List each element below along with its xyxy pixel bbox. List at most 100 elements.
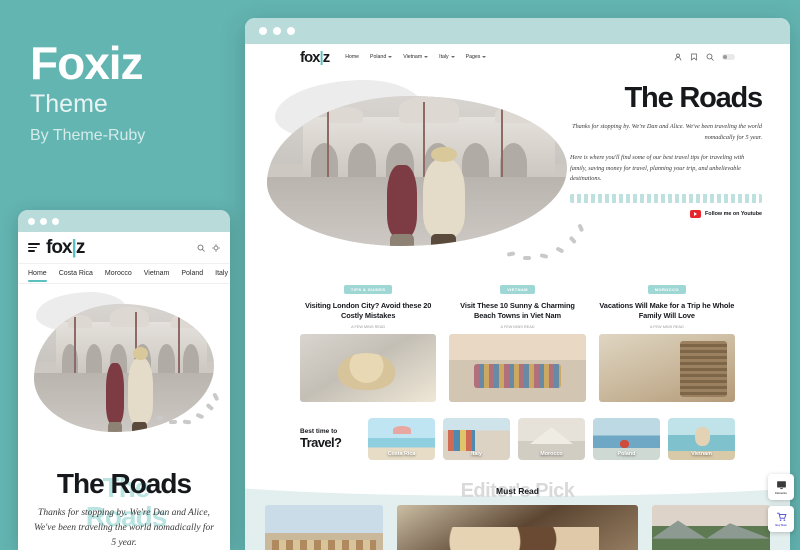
article-title[interactable]: Visit These 10 Sunny & Charming Beach To…: [449, 301, 585, 321]
must-read-card[interactable]: [397, 504, 638, 550]
mobile-nav-item-italy[interactable]: Italy: [215, 270, 228, 277]
article-card[interactable]: MOROCCO Vacations Will Make for a Trip h…: [598, 278, 735, 402]
mobile-hero-copy: The Roads Thanks for stopping by. We're …: [18, 459, 230, 550]
bookmark-icon[interactable]: [690, 53, 698, 61]
travel-eyebrow: Best time to: [300, 427, 338, 435]
destination-card-morocco[interactable]: Morocco: [518, 417, 585, 460]
category-badge[interactable]: MOROCCO: [647, 285, 686, 294]
search-icon[interactable]: [706, 53, 714, 61]
destination-list: Costa Rica Italy Morocco Poland Vietnam: [368, 417, 735, 460]
hero-section: The Roads Thanks for stopping by. We're …: [245, 70, 790, 270]
must-read-heading: Must Read: [496, 485, 539, 496]
featured-articles-row: TIPS & GUIDES Visiting London City? Avoi…: [245, 270, 790, 402]
article-meta: A FEW MINS READ: [500, 324, 535, 329]
mobile-hero-title: The Roads: [57, 469, 192, 533]
mobile-chrome-bar: [18, 210, 230, 232]
desktop-site: fox|z Home Poland Vietnam Italy Pages Th…: [245, 44, 790, 550]
nav-item-vietnam[interactable]: Vietnam: [403, 54, 429, 60]
hero-paragraph-2: Here is where you'll find some of our be…: [570, 153, 745, 183]
user-icon[interactable]: [674, 53, 682, 61]
must-read-card[interactable]: [265, 504, 383, 550]
destination-label: Morocco: [540, 450, 563, 457]
window-dot-minimize[interactable]: [40, 217, 47, 225]
nav-item-home[interactable]: Home: [345, 54, 359, 60]
mobile-nav: Home Costa Rica Morocco Vietnam Poland I…: [18, 264, 230, 284]
elements-widget-label: Elements: [775, 490, 787, 495]
site-logo[interactable]: fox|z: [46, 237, 85, 259]
mobile-header-icons: [197, 243, 220, 252]
brand-block: Foxiz Theme By Theme-Ruby: [30, 40, 230, 145]
desktop-chrome-bar: [245, 18, 790, 44]
travel-heading-group: Best time to Travel?: [300, 428, 358, 450]
article-thumbnail[interactable]: [449, 333, 586, 402]
cart-icon: [776, 512, 787, 521]
site-logo[interactable]: fox|z: [300, 49, 330, 66]
buy-now-widget-button[interactable]: Buy Now: [768, 506, 794, 532]
desktop-nav: Home Poland Vietnam Italy Pages: [345, 54, 487, 60]
decorative-dashes: [506, 222, 597, 266]
destination-label: Vietnam: [691, 450, 712, 457]
mobile-hero-image: [18, 284, 230, 459]
category-badge[interactable]: TIPS & GUIDES: [343, 285, 393, 294]
dark-mode-toggle-icon[interactable]: [212, 243, 220, 252]
mobile-nav-item-poland[interactable]: Poland: [181, 270, 203, 277]
destination-label: Poland: [617, 450, 636, 457]
destination-card-costa-rica[interactable]: Costa Rica: [368, 417, 435, 460]
travel-heading: Travel?: [300, 434, 342, 450]
nav-item-poland[interactable]: Poland: [370, 54, 393, 60]
nav-item-pages[interactable]: Pages: [466, 54, 487, 60]
window-dot-close[interactable]: [259, 27, 267, 35]
mobile-nav-item-morocco[interactable]: Morocco: [105, 270, 132, 277]
dark-mode-toggle[interactable]: [722, 54, 735, 60]
article-title[interactable]: Vacations Will Make for a Trip he Whole …: [599, 301, 735, 321]
youtube-follow-button[interactable]: Follow me on Youtube: [570, 210, 762, 219]
desktop-header-icons: [674, 53, 735, 61]
article-thumbnail[interactable]: [598, 333, 735, 402]
chevron-down-icon: [450, 56, 455, 58]
mobile-hero-paragraph-1: Thanks for stopping by. We're Dan and Al…: [33, 508, 215, 548]
destination-card-poland[interactable]: Poland: [593, 417, 660, 460]
hero-image-area: [257, 74, 587, 264]
brand-subtitle: Theme: [30, 90, 108, 118]
hero-paragraph-1: Thanks for stopping by. We're Dan and Al…: [572, 123, 762, 141]
category-badge[interactable]: VIETNAM: [500, 285, 535, 294]
destination-card-vietnam[interactable]: Vietnam: [668, 417, 735, 460]
window-dot-minimize[interactable]: [273, 27, 281, 35]
window-dot-maximize[interactable]: [287, 27, 295, 35]
article-card[interactable]: VIETNAM Visit These 10 Sunny & Charming …: [449, 278, 586, 402]
floating-widget-stack: Elements Buy Now: [768, 474, 794, 532]
article-thumbnail[interactable]: [300, 333, 437, 402]
article-meta: A FEW MINS READ: [351, 324, 386, 329]
article-title[interactable]: Visiting London City? Avoid these 20 Cos…: [300, 301, 436, 321]
decorative-dashes: [155, 392, 220, 428]
mobile-nav-item-home[interactable]: Home: [28, 270, 47, 282]
hero-copy: The Roads Thanks for stopping by. We're …: [570, 84, 764, 219]
chevron-down-icon: [482, 56, 487, 58]
mobile-nav-item-vietnam[interactable]: Vietnam: [144, 270, 170, 277]
destination-card-italy[interactable]: Italy: [443, 417, 510, 460]
must-read-cards: [265, 504, 770, 550]
nav-item-italy[interactable]: Italy: [439, 54, 455, 60]
menu-icon[interactable]: [28, 243, 40, 252]
elements-widget-button[interactable]: Elements: [768, 474, 794, 500]
must-read-card[interactable]: [652, 504, 770, 550]
brand-title: Foxiz: [30, 37, 144, 89]
article-meta: A FEW MINS READ: [649, 324, 684, 329]
buy-now-widget-label: Buy Now: [775, 522, 787, 527]
article-card[interactable]: TIPS & GUIDES Visiting London City? Avoi…: [300, 278, 437, 402]
window-dot-close[interactable]: [28, 217, 35, 225]
desktop-browser-mockup: fox|z Home Poland Vietnam Italy Pages Th…: [245, 18, 790, 550]
window-dot-maximize[interactable]: [52, 217, 59, 225]
hero-title: The Roads: [625, 84, 764, 146]
mobile-site-header: fox|z: [18, 232, 230, 264]
search-icon[interactable]: [197, 244, 205, 252]
mobile-nav-item-costa-rica[interactable]: Costa Rica: [59, 270, 93, 277]
brand-byline: By Theme-Ruby: [30, 127, 146, 144]
best-time-to-travel-section: Best time to Travel? Costa Rica Italy Mo…: [245, 402, 790, 460]
destination-label: Italy: [471, 450, 482, 457]
youtube-icon: [690, 210, 701, 219]
mobile-browser-mockup: fox|z Home Costa Rica Morocco Vietnam Po…: [18, 210, 230, 550]
youtube-follow-label: Follow me on Youtube: [705, 211, 762, 218]
desktop-site-header: fox|z Home Poland Vietnam Italy Pages: [245, 44, 790, 70]
chevron-down-icon: [388, 56, 393, 58]
